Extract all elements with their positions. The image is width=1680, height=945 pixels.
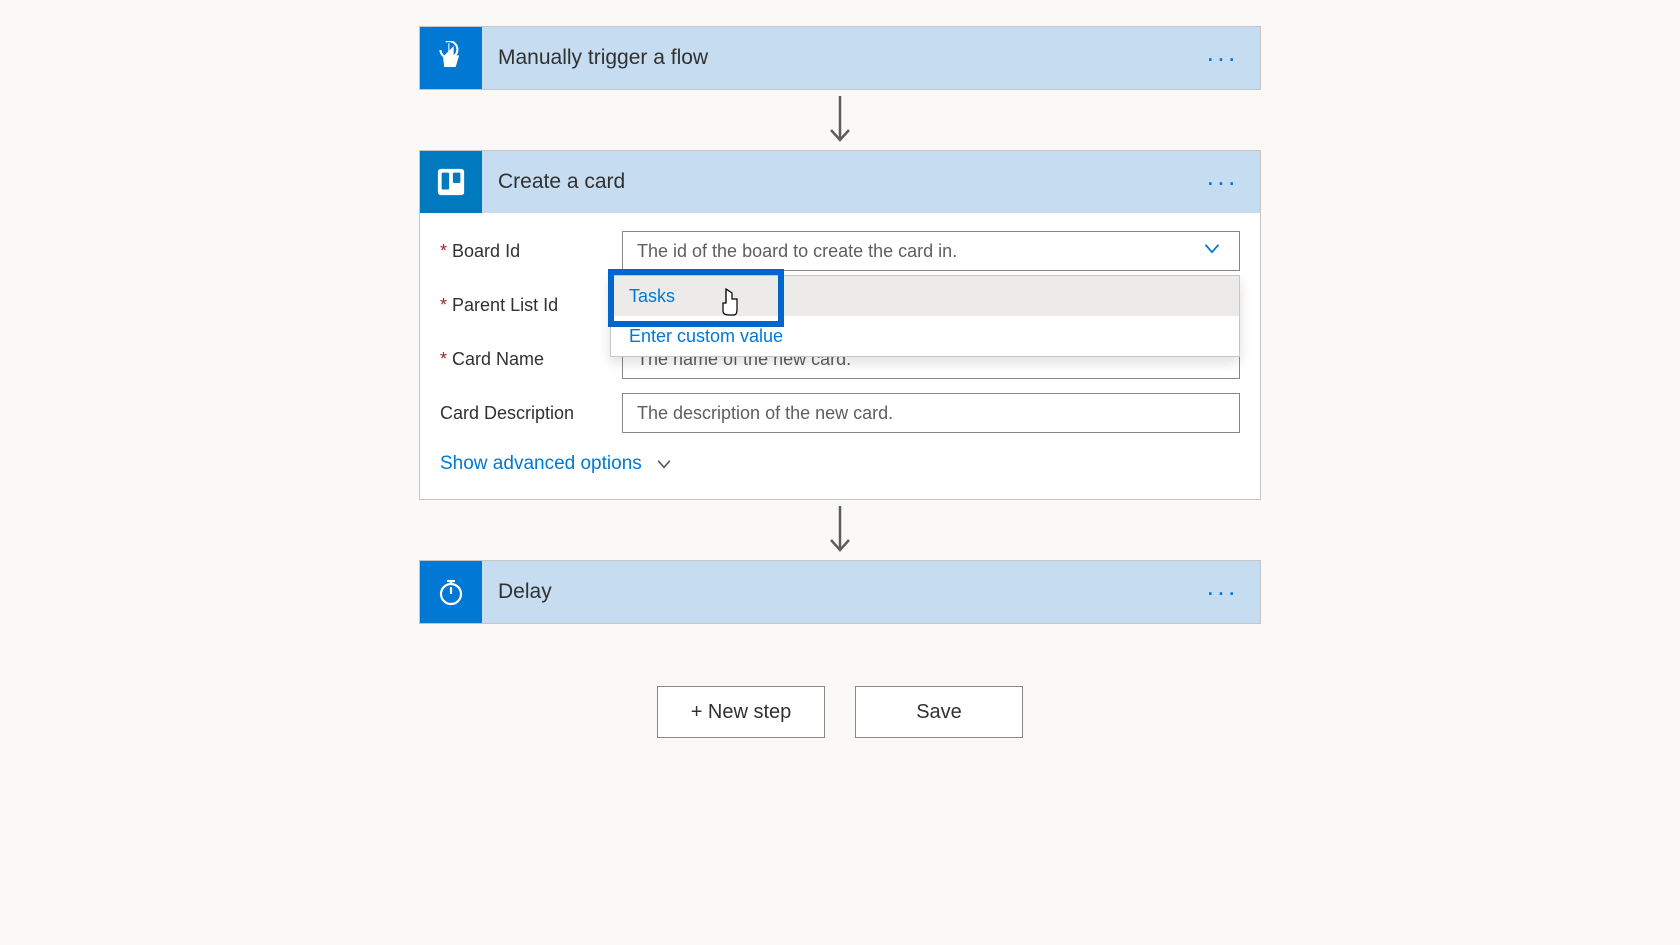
delay-more-icon[interactable]: ··· xyxy=(1206,577,1238,608)
delay-step-card[interactable]: Delay ··· xyxy=(419,560,1261,624)
chevron-down-icon xyxy=(654,454,674,474)
board-id-dropdown: Tasks Enter custom value xyxy=(610,275,1240,357)
new-step-button[interactable]: + New step xyxy=(657,686,825,738)
chevron-down-icon xyxy=(1201,238,1223,265)
create-card-body: * Board Id The id of the board to create… xyxy=(420,213,1260,499)
save-button[interactable]: Save xyxy=(855,686,1023,738)
show-advanced-link[interactable]: Show advanced options xyxy=(440,453,1240,475)
arrow-connector-icon xyxy=(825,504,855,556)
create-card-step: Create a card ··· * Board Id The id of t… xyxy=(419,150,1261,500)
board-id-label: * Board Id xyxy=(440,241,622,262)
trigger-title: Manually trigger a flow xyxy=(498,46,708,70)
delay-timer-icon xyxy=(420,561,482,623)
manual-trigger-icon xyxy=(420,27,482,89)
dropdown-option-tasks[interactable]: Tasks xyxy=(611,276,1239,316)
delay-title: Delay xyxy=(498,580,552,604)
card-desc-input[interactable]: The description of the new card. xyxy=(622,393,1240,433)
trigger-header[interactable]: Manually trigger a flow ··· xyxy=(420,27,1260,89)
create-card-header[interactable]: Create a card ··· xyxy=(420,151,1260,213)
delay-header[interactable]: Delay ··· xyxy=(420,561,1260,623)
trigger-more-icon[interactable]: ··· xyxy=(1206,43,1238,74)
dropdown-option-custom[interactable]: Enter custom value xyxy=(611,316,1239,356)
card-desc-row: Card Description The description of the … xyxy=(440,393,1240,433)
arrow-connector-icon xyxy=(825,94,855,146)
trello-icon xyxy=(420,151,482,213)
create-card-title: Create a card xyxy=(498,170,625,194)
card-desc-label: Card Description xyxy=(440,403,622,424)
create-card-more-icon[interactable]: ··· xyxy=(1206,167,1238,198)
footer-buttons: + New step Save xyxy=(657,686,1023,738)
board-id-row: * Board Id The id of the board to create… xyxy=(440,231,1240,271)
board-id-select[interactable]: The id of the board to create the card i… xyxy=(622,231,1240,271)
card-name-label: * Card Name xyxy=(440,349,622,370)
trigger-step-card[interactable]: Manually trigger a flow ··· xyxy=(419,26,1261,90)
parent-list-label: * Parent List Id xyxy=(440,295,622,316)
